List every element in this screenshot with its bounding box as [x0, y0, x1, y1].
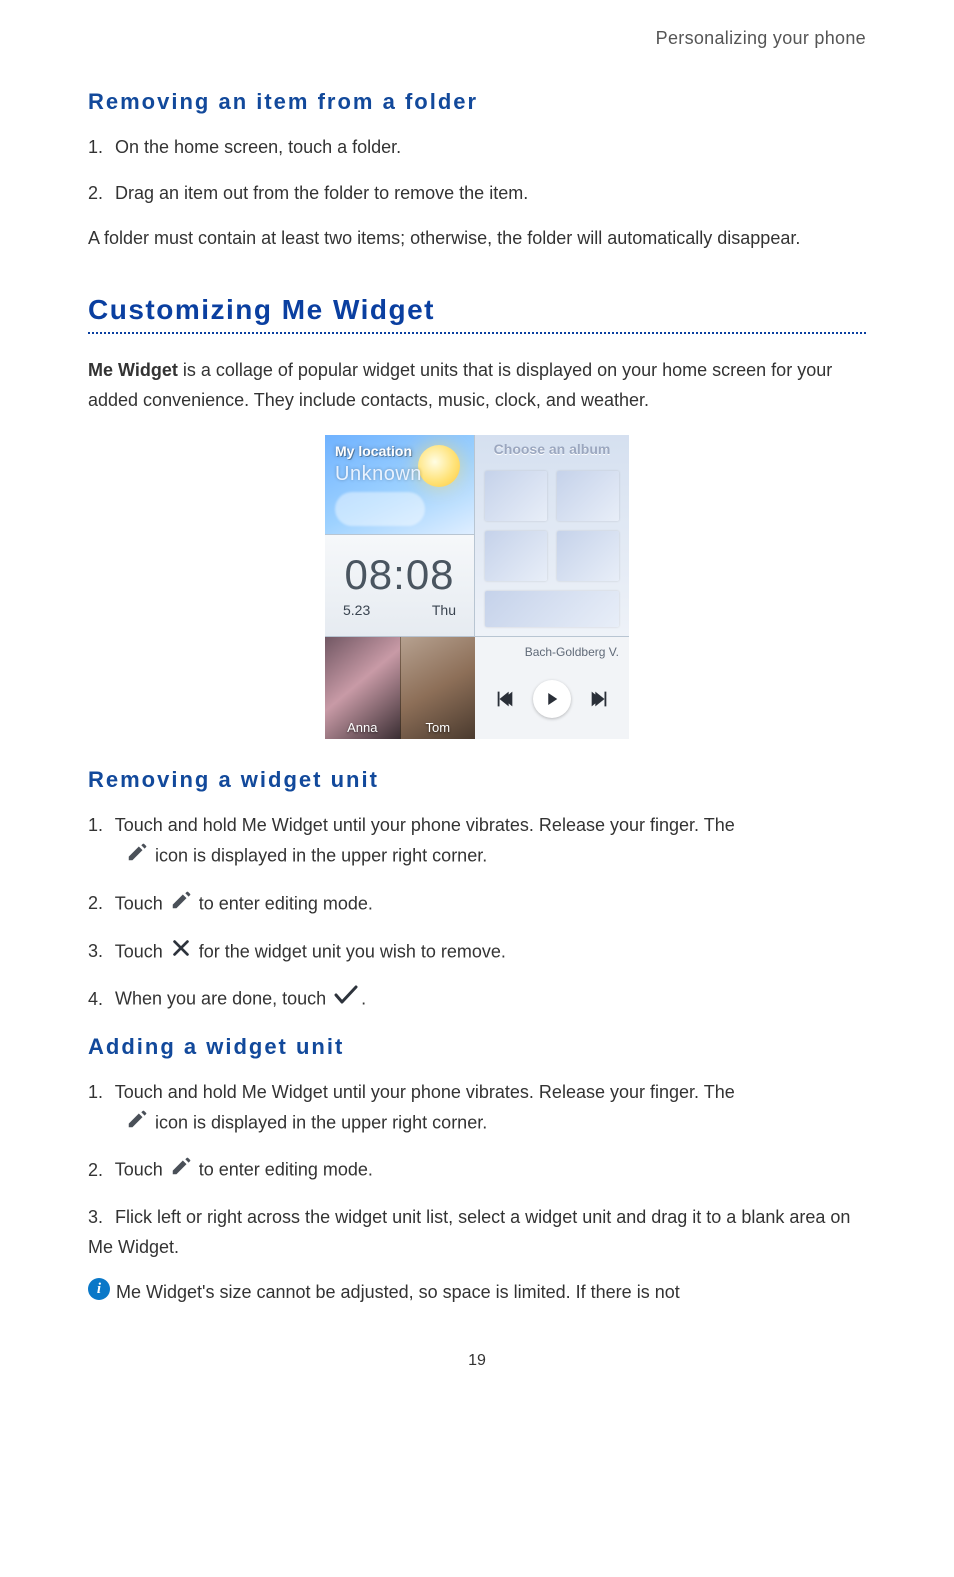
- clock-tile: 08:08 5.23 Thu: [325, 535, 475, 637]
- music-tile: Bach-Goldberg V.: [475, 637, 629, 739]
- contact-tom: Tom: [400, 637, 476, 739]
- music-track: Bach-Goldberg V.: [475, 637, 629, 665]
- page-number: 19: [88, 1352, 866, 1370]
- info-note-text: Me Widget's size cannot be adjusted, so …: [116, 1278, 680, 1308]
- clock-date: 5.23: [343, 602, 370, 618]
- album-tile: Choose an album: [475, 435, 629, 637]
- me-widget-grid: My location Unknown Choose an album 08:0…: [325, 435, 629, 739]
- step-1: 1. On the home screen, touch a folder.: [88, 133, 866, 163]
- step-2: 2. Touch to enter editing mode.: [88, 1155, 866, 1187]
- pencil-icon: [126, 1108, 148, 1140]
- contact-name: Tom: [425, 720, 450, 735]
- section-divider: [88, 332, 866, 334]
- step-text-cont: icon is displayed in the upper right cor…: [155, 846, 487, 866]
- folder-note: A folder must contain at least two items…: [88, 224, 866, 254]
- info-icon: i: [88, 1278, 110, 1300]
- step-1: 1. Touch and hold Me Widget until your p…: [88, 811, 866, 872]
- step-text: Touch and hold Me Widget until your phon…: [115, 815, 735, 835]
- album-title: Choose an album: [475, 441, 629, 457]
- album-placeholder: [557, 471, 619, 521]
- step-text: Flick left or right across the widget un…: [88, 1207, 850, 1257]
- heading-adding-widget-unit: Adding a widget unit: [88, 1034, 866, 1060]
- clock-day: Thu: [432, 602, 456, 618]
- prev-track-icon: [490, 684, 520, 714]
- album-placeholder: [557, 531, 619, 581]
- step-2: 2. Drag an item out from the folder to r…: [88, 179, 866, 209]
- music-controls: [475, 665, 629, 739]
- step-text-b: for the widget unit you wish to remove.: [199, 941, 506, 961]
- step-3: 3. Flick left or right across the widget…: [88, 1203, 866, 1262]
- steps-removing-widget-unit: 1. Touch and hold Me Widget until your p…: [88, 811, 866, 1015]
- album-placeholder: [485, 591, 619, 627]
- me-widget-figure: My location Unknown Choose an album 08:0…: [88, 435, 866, 739]
- pencil-icon: [170, 889, 192, 921]
- x-icon: [170, 937, 192, 969]
- step-text: Drag an item out from the folder to remo…: [115, 183, 528, 203]
- next-track-icon: [584, 684, 614, 714]
- heading-customizing-me-widget: Customizing Me Widget: [88, 294, 866, 326]
- step-text-a: When you are done, touch: [115, 989, 326, 1009]
- step-text-a: Touch: [115, 1160, 163, 1180]
- pencil-icon: [170, 1155, 192, 1187]
- heading-removing-item: Removing an item from a folder: [88, 89, 866, 115]
- info-note: i Me Widget's size cannot be adjusted, s…: [88, 1278, 866, 1308]
- weather-location-label: My location: [335, 443, 412, 459]
- step-2: 2. Touch to enter editing mode.: [88, 889, 866, 921]
- step-text-a: Touch: [115, 941, 163, 961]
- step-4: 4. When you are done, touch .: [88, 984, 866, 1016]
- me-widget-intro: Me Widget is a collage of popular widget…: [88, 356, 866, 415]
- check-icon: [333, 984, 359, 1016]
- album-placeholder: [485, 471, 547, 521]
- step-text-a: Touch: [115, 893, 163, 913]
- steps-removing-item: 1. On the home screen, touch a folder. 2…: [88, 133, 866, 208]
- step-text: On the home screen, touch a folder.: [115, 137, 401, 157]
- step-text-b: to enter editing mode.: [199, 1160, 373, 1180]
- sun-icon: [418, 445, 460, 487]
- play-icon: [533, 680, 571, 718]
- step-text-b: .: [361, 989, 366, 1009]
- step-1: 1. Touch and hold Me Widget until your p…: [88, 1078, 866, 1139]
- step-text-cont: icon is displayed in the upper right cor…: [155, 1112, 487, 1132]
- contact-anna: Anna: [325, 637, 400, 739]
- clock-time: 08:08: [344, 554, 454, 596]
- cloud-icon: [335, 492, 425, 526]
- heading-removing-widget-unit: Removing a widget unit: [88, 767, 866, 793]
- step-text-b: to enter editing mode.: [199, 893, 373, 913]
- step-text: Touch and hold Me Widget until your phon…: [115, 1082, 735, 1102]
- pencil-icon: [126, 841, 148, 873]
- intro-rest: is a collage of popular widget units tha…: [88, 360, 832, 410]
- contact-name: Anna: [347, 720, 377, 735]
- contacts-tile: Anna Tom: [325, 637, 475, 739]
- weather-location-value: Unknown: [335, 463, 422, 486]
- page-header: Personalizing your phone: [88, 28, 866, 49]
- intro-bold: Me Widget: [88, 360, 178, 380]
- weather-tile: My location Unknown: [325, 435, 475, 535]
- step-3: 3. Touch for the widget unit you wish to…: [88, 937, 866, 969]
- steps-adding-widget-unit: 1. Touch and hold Me Widget until your p…: [88, 1078, 866, 1262]
- clock-dateline: 5.23 Thu: [325, 596, 474, 618]
- album-placeholder: [485, 531, 547, 581]
